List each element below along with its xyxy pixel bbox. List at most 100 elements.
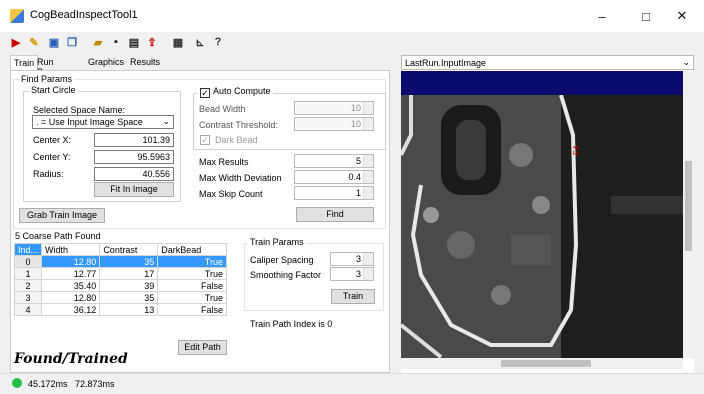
- toolbar: ▶ ✎ ▣ ❐ ▰ ▪ ▤ ⇪ ▦ ⊾ ?: [0, 32, 704, 54]
- horizontal-scrollbar[interactable]: [401, 358, 683, 369]
- minimize-button[interactable]: –: [580, 0, 624, 32]
- help-icon[interactable]: ?: [210, 34, 226, 50]
- tab-results[interactable]: Results: [127, 55, 163, 71]
- grab-train-image-button[interactable]: Grab Train Image: [19, 208, 105, 223]
- cell-width: 12.80: [41, 291, 101, 304]
- train-params-title: Train Params: [248, 237, 306, 247]
- header-darkbead[interactable]: DarkBead: [157, 243, 227, 256]
- table-row[interactable]: 2 35.40 39 False: [13, 279, 227, 292]
- smoothing-factor-label: Smoothing Factor: [250, 270, 322, 280]
- contrast-threshold-label: Contrast Threshold:: [199, 120, 278, 130]
- coarse-path-table: Ind... Width Contrast DarkBead 0 12.80 3…: [13, 243, 227, 316]
- find-params-title: Find Params: [19, 74, 75, 84]
- cell-index: 1: [13, 267, 43, 280]
- caliper-spacing-spinner[interactable]: 3: [330, 252, 374, 266]
- window-title: CogBeadInspectTool1: [30, 9, 138, 21]
- cell-darkbead: True: [157, 267, 227, 280]
- pen-icon[interactable]: ✎: [26, 34, 42, 50]
- center-y-label: Center Y:: [33, 152, 71, 162]
- status-ok-icon: [12, 378, 22, 388]
- inspection-image[interactable]: F4: [401, 95, 683, 358]
- vertical-scrollbar[interactable]: [683, 71, 694, 358]
- train-button[interactable]: Train: [331, 289, 375, 304]
- cell-width: 36.12: [41, 303, 101, 316]
- coarse-path-caption: 5 Coarse Path Found: [15, 231, 101, 241]
- start-circle-title: Start Circle: [29, 85, 78, 95]
- center-x-field[interactable]: 101.39: [94, 133, 174, 147]
- dark-bead-label: Dark Bead: [215, 135, 258, 145]
- table-row[interactable]: 3 12.80 35 True: [13, 291, 227, 304]
- table-row[interactable]: 0 12.80 35 True: [13, 255, 227, 268]
- cell-index: 2: [13, 279, 43, 292]
- max-results-spinner[interactable]: 5: [294, 154, 374, 168]
- train-panel: Find Params Start Circle Selected Space …: [10, 70, 390, 373]
- cell-index: 3: [13, 291, 43, 304]
- status-bar: 45.172ms 72.873ms: [0, 373, 704, 394]
- header-contrast[interactable]: Contrast: [99, 243, 159, 256]
- status-heading: Found/Trained: [14, 351, 128, 367]
- radius-field[interactable]: 40.556: [94, 167, 174, 181]
- max-width-dev-spinner[interactable]: 0.4: [294, 170, 374, 184]
- cell-contrast: 35: [99, 291, 159, 304]
- image-marker: F4: [572, 145, 581, 155]
- max-results-label: Max Results: [199, 157, 249, 167]
- max-skip-label: Max Skip Count: [199, 189, 263, 199]
- run-icon[interactable]: ▶: [8, 34, 24, 50]
- bead-width-spinner[interactable]: 10: [294, 101, 374, 115]
- table-header: Ind... Width Contrast DarkBead: [13, 243, 227, 256]
- caliper-spacing-label: Caliper Spacing: [250, 255, 314, 265]
- open-folder-icon[interactable]: ▰: [90, 34, 106, 50]
- table-row[interactable]: 4 36.12 13 False: [13, 303, 227, 316]
- find-button[interactable]: Find: [296, 207, 374, 222]
- run-time-2: 72.873ms: [75, 379, 115, 389]
- train-path-index: Train Path Index is 0: [250, 319, 333, 329]
- title-bar: CogBeadInspectTool1 – □ ✕: [0, 0, 704, 32]
- radius-label: Radius:: [33, 169, 64, 179]
- cell-contrast: 35: [99, 255, 159, 268]
- auto-compute-checkbox[interactable]: ✓: [200, 88, 210, 98]
- cell-width: 35.40: [41, 279, 101, 292]
- settings-icon[interactable]: ▤: [126, 34, 142, 50]
- chart-icon[interactable]: ⊾: [192, 34, 208, 50]
- table-row[interactable]: 1 12.77 17 True: [13, 267, 227, 280]
- cell-index: 4: [13, 303, 43, 316]
- display-icon[interactable]: ▣: [46, 34, 62, 50]
- image-selector-value: LastRun.InputImage: [405, 58, 487, 68]
- scrollbar-thumb[interactable]: [501, 360, 591, 367]
- tab-run-params[interactable]: Run Params: [34, 55, 71, 77]
- cell-darkbead: False: [157, 279, 227, 292]
- cell-darkbead: True: [157, 291, 227, 304]
- cell-darkbead: True: [157, 255, 227, 268]
- cell-width: 12.77: [41, 267, 101, 280]
- chevron-down-icon: ⌄: [682, 57, 690, 67]
- header-width[interactable]: Width: [41, 243, 101, 256]
- copy-icon[interactable]: ❐: [64, 34, 80, 50]
- fit-in-image-button[interactable]: Fit In Image: [94, 182, 174, 197]
- edit-path-button[interactable]: Edit Path: [178, 340, 227, 355]
- center-x-label: Center X:: [33, 135, 72, 145]
- cell-darkbead: False: [157, 303, 227, 316]
- bead-width-label: Bead Width: [199, 104, 246, 114]
- space-name-value: . = Use Input Image Space: [36, 117, 143, 127]
- save-icon[interactable]: ▪: [108, 34, 124, 50]
- cell-contrast: 17: [99, 267, 159, 280]
- cell-contrast: 13: [99, 303, 159, 316]
- close-button[interactable]: ✕: [660, 0, 704, 32]
- header-index[interactable]: Ind...: [13, 243, 43, 256]
- max-width-dev-label: Max Width Deviation: [199, 173, 282, 183]
- app-icon: [10, 9, 24, 23]
- space-name-select[interactable]: . = Use Input Image Space ⌄: [32, 115, 174, 129]
- cell-contrast: 39: [99, 279, 159, 292]
- image-selector[interactable]: LastRun.InputImage ⌄: [401, 55, 694, 70]
- cell-width: 12.80: [41, 255, 101, 268]
- center-y-field[interactable]: 95.5963: [94, 150, 174, 164]
- scrollbar-thumb[interactable]: [685, 161, 692, 251]
- smoothing-factor-spinner[interactable]: 3: [330, 267, 374, 281]
- max-skip-spinner[interactable]: 1: [294, 186, 374, 200]
- dark-bead-checkbox[interactable]: ✓: [200, 135, 210, 145]
- tab-graphics[interactable]: Graphics: [85, 55, 127, 71]
- contrast-threshold-spinner[interactable]: 10: [294, 117, 374, 131]
- calculator-icon[interactable]: ▦: [170, 34, 186, 50]
- import-icon[interactable]: ⇪: [144, 34, 160, 50]
- chevron-down-icon: ⌄: [162, 116, 170, 126]
